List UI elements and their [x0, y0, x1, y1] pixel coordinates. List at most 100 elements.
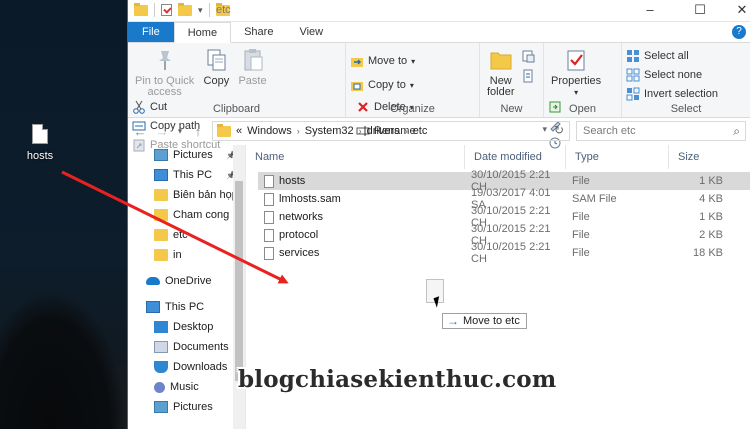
- sidebar-item-label: Pictures: [173, 149, 213, 161]
- refresh-icon[interactable]: ↻: [554, 123, 564, 137]
- close-button[interactable]: ✕: [722, 0, 750, 22]
- breadcrumb-overflow[interactable]: «: [236, 125, 242, 137]
- column-type[interactable]: Type: [566, 145, 669, 169]
- new-folder-icon[interactable]: [178, 2, 192, 16]
- sidebar-item[interactable]: Biên bản họp tổ: [128, 185, 245, 205]
- copy-path-icon: [132, 119, 146, 133]
- pin-to-quick-access-button[interactable]: Pin to Quick access: [132, 47, 197, 98]
- easy-access-icon[interactable]: [521, 69, 535, 83]
- column-size[interactable]: Size: [669, 145, 729, 169]
- file-icon: [264, 246, 274, 260]
- pictures-icon: [154, 401, 168, 413]
- ribbon: Pin to Quick access Copy Paste Cut Copy …: [128, 42, 750, 152]
- folder-icon: [134, 2, 148, 16]
- sidebar-item[interactable]: Pictures 📌: [128, 145, 245, 165]
- sidebar-item-label: OneDrive: [165, 275, 212, 287]
- invert-selection-button[interactable]: Invert selection: [626, 86, 718, 102]
- tab-file[interactable]: File: [128, 22, 174, 42]
- breadcrumb-drivers[interactable]: drivers: [367, 125, 400, 137]
- clipboard-group-label: Clipboard: [212, 103, 261, 115]
- chevron-right-icon[interactable]: ›: [405, 126, 408, 136]
- sidebar-item[interactable]: in: [128, 245, 245, 265]
- sidebar-item[interactable]: Music: [128, 377, 245, 397]
- file-icon: [32, 124, 48, 144]
- paste-button[interactable]: Paste: [235, 47, 269, 87]
- copy-button[interactable]: Copy: [200, 47, 232, 87]
- file-size: 2 KB: [699, 229, 723, 241]
- breadcrumb-system32[interactable]: System32: [305, 125, 354, 137]
- chevron-down-icon[interactable]: ▾: [542, 124, 547, 135]
- tab-home[interactable]: Home: [173, 22, 232, 43]
- organize-group-label: Organize: [390, 103, 435, 115]
- documents-icon: [154, 341, 168, 353]
- pictures-icon: [154, 149, 168, 161]
- pc-icon: [154, 169, 168, 181]
- sidebar-item-label: Music: [170, 381, 199, 393]
- chevron-right-icon[interactable]: ›: [297, 126, 300, 136]
- sidebar-item[interactable]: Documents: [128, 337, 245, 357]
- copy-icon: [203, 47, 229, 73]
- sidebar-item-label: Pictures: [173, 401, 213, 413]
- breadcrumb-windows[interactable]: Windows: [247, 125, 292, 137]
- new-item-icon[interactable]: [521, 49, 535, 63]
- address-bar[interactable]: « Windows › System32 › drivers › etc ▾ ↻: [212, 121, 570, 141]
- move-arrow-icon: →: [447, 314, 459, 328]
- breadcrumb-etc[interactable]: etc: [413, 125, 428, 137]
- window-title: etc: [216, 4, 231, 16]
- invert-selection-icon: [626, 87, 640, 101]
- select-all-button[interactable]: Select all: [626, 48, 718, 64]
- new-folder-button[interactable]: New folder: [484, 47, 518, 98]
- minimize-button[interactable]: –: [630, 0, 670, 22]
- copy-path-button[interactable]: Copy path: [132, 118, 220, 134]
- onedrive-icon: [146, 277, 160, 285]
- select-all-icon: [626, 49, 640, 63]
- column-name[interactable]: Name: [246, 145, 465, 169]
- folder-icon: [154, 229, 168, 241]
- sidebar-item[interactable]: etc: [128, 225, 245, 245]
- tab-view[interactable]: View: [286, 22, 336, 42]
- properties-button[interactable]: Properties ▾: [548, 47, 604, 98]
- watermark: blogchiasekienthuc.com: [238, 366, 557, 393]
- file-size: 18 KB: [693, 247, 723, 259]
- chevron-right-icon[interactable]: ›: [359, 126, 362, 136]
- move-to-button[interactable]: Move to ▾: [350, 53, 415, 69]
- desktop-tree-silhouette: [0, 289, 127, 429]
- properties-check-icon[interactable]: [161, 4, 172, 16]
- move-to-icon: [350, 54, 364, 68]
- sidebar-item[interactable]: OneDrive: [128, 271, 245, 291]
- column-date-modified[interactable]: Date modified: [465, 145, 566, 169]
- help-icon[interactable]: ?: [732, 25, 746, 39]
- file-type: File: [572, 247, 590, 259]
- sidebar-item[interactable]: Downloads: [128, 357, 245, 377]
- folder-icon: [154, 189, 168, 201]
- desktop-icon-label: hosts: [26, 150, 54, 162]
- downloads-icon: [154, 361, 168, 373]
- sidebar-item[interactable]: Desktop: [128, 317, 245, 337]
- sidebar-item[interactable]: This PC: [128, 297, 245, 317]
- select-group-label: Select: [670, 103, 702, 115]
- customize-toolbar-icon[interactable]: ▾: [198, 5, 203, 16]
- desktop-file-hosts[interactable]: hosts: [24, 124, 56, 162]
- search-input[interactable]: Search etc ⌕: [576, 121, 746, 141]
- file-explorer-window: ▾ etc – ☐ ✕ File Home Share View ? Pin t…: [127, 0, 750, 429]
- sidebar-item-label: This PC: [165, 301, 205, 313]
- maximize-button[interactable]: ☐: [680, 0, 720, 22]
- sidebar-item[interactable]: Pictures: [128, 397, 245, 417]
- file-name: lmhosts.sam: [258, 192, 465, 206]
- new-folder-icon: [488, 47, 514, 73]
- select-none-button[interactable]: Select none: [626, 67, 718, 83]
- title-bar: ▾ etc – ☐ ✕: [128, 0, 750, 22]
- sidebar-item[interactable]: This PC 📌: [128, 165, 245, 185]
- tab-share[interactable]: Share: [231, 22, 286, 42]
- copy-to-button[interactable]: Copy to ▾: [350, 77, 415, 93]
- file-icon: [264, 192, 274, 206]
- pc-icon: [146, 301, 160, 313]
- sidebar-item[interactable]: Cham cong: [128, 205, 245, 225]
- file-name: services: [258, 246, 465, 260]
- table-row[interactable]: services 30/10/2015 2:21 CH File 18 KB: [258, 241, 750, 265]
- sidebar-item-label: This PC: [173, 169, 213, 181]
- sidebar-item-label: Downloads: [173, 361, 228, 373]
- file-name: networks: [258, 210, 465, 224]
- new-group-label: New: [500, 103, 523, 115]
- scrollbar-thumb[interactable]: [235, 181, 243, 381]
